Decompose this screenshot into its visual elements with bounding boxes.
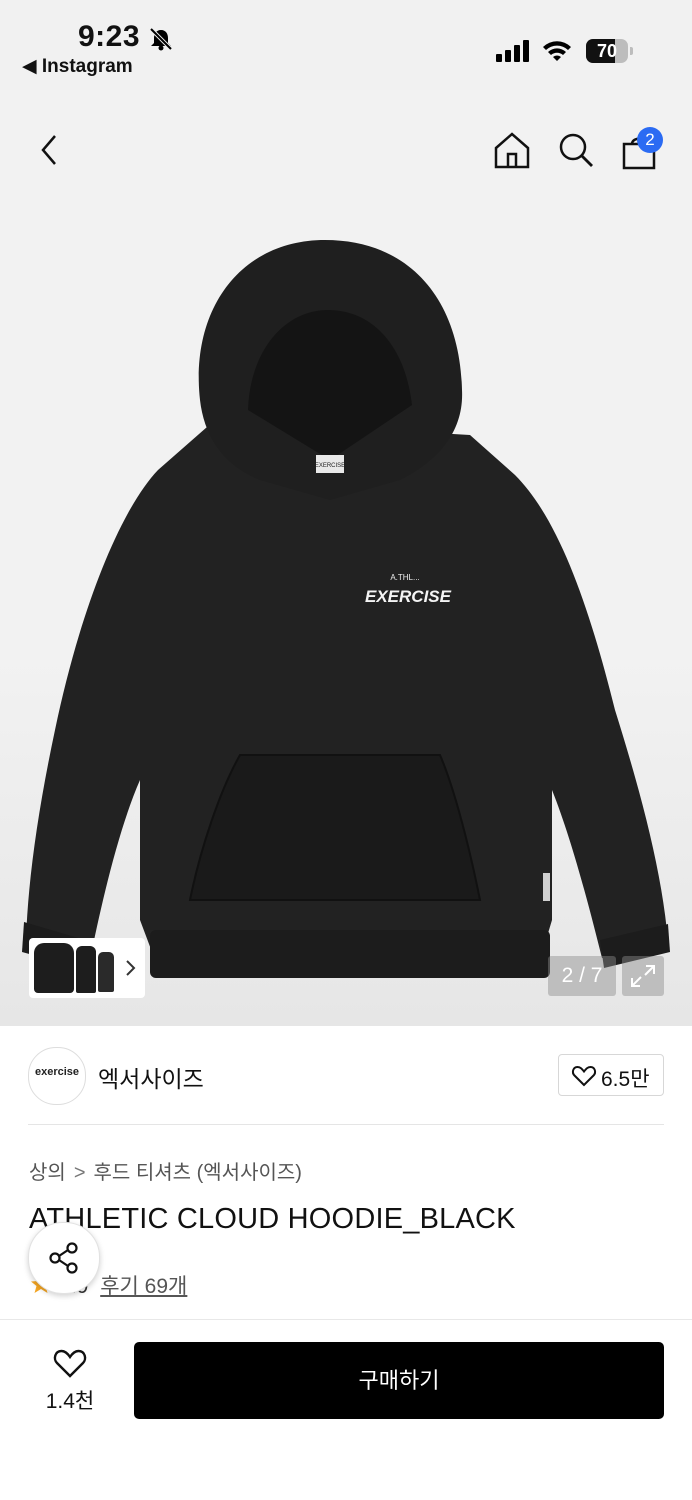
home-icon[interactable]	[492, 130, 532, 170]
wifi-icon	[543, 41, 571, 61]
chest-logo: EXERCISE	[365, 587, 452, 606]
chest-logo-small: A.THL...	[390, 573, 419, 582]
thumbnail-front[interactable]	[34, 943, 74, 993]
breadcrumb-separator: >	[73, 1162, 86, 1184]
battery-level: 70	[596, 41, 618, 61]
breadcrumb-subcategory[interactable]: 후드 티셔츠 (엑서사이즈)	[94, 1162, 302, 1184]
brand-like-count: 6.5만	[601, 1068, 650, 1091]
thumbnail-strip[interactable]	[29, 938, 145, 998]
cellular-signal-icon	[496, 40, 532, 62]
share-button[interactable]	[28, 1222, 100, 1294]
bottom-bar-divider	[0, 1319, 692, 1320]
product-image-gallery[interactable]: EXERCISE A.THL... EXERCISE 2 / 7	[0, 90, 692, 1026]
share-icon	[49, 1242, 78, 1274]
back-chevron-icon[interactable]	[36, 132, 64, 168]
image-pager: 2 / 7	[548, 956, 616, 996]
status-time: 9:23	[78, 20, 141, 53]
back-to-instagram[interactable]: ◀ Instagram	[22, 55, 133, 78]
chevron-right-icon[interactable]	[123, 958, 137, 978]
svg-text:EXERCISE: EXERCISE	[315, 463, 345, 469]
hoodie-image: EXERCISE A.THL... EXERCISE	[22, 240, 670, 978]
buy-button[interactable]: 구매하기	[134, 1342, 664, 1419]
breadcrumb-category[interactable]: 상의	[29, 1162, 66, 1184]
heart-outline-icon	[571, 1065, 597, 1087]
cart-count-badge: 2	[637, 127, 663, 153]
search-icon[interactable]	[556, 130, 596, 170]
wishlist-count: 1.4천	[45, 1390, 95, 1413]
breadcrumb: 상의 > 후드 티셔츠 (엑서사이즈)	[29, 1156, 302, 1185]
brand-name[interactable]: 엑서사이즈	[98, 1060, 204, 1094]
divider	[28, 1124, 664, 1125]
brand-logo[interactable]: exercise	[28, 1047, 86, 1105]
expand-image-button[interactable]	[622, 956, 664, 996]
brand-logo-text: exercise	[34, 1066, 80, 1078]
bell-slash-icon	[149, 27, 173, 51]
battery-icon: 70	[586, 39, 628, 63]
thumbnail-back[interactable]	[98, 952, 114, 992]
brand-like-button[interactable]: 6.5만	[558, 1054, 664, 1096]
status-bar: 9:23 ◀ Instagram 70	[0, 0, 692, 90]
wishlist-heart-icon[interactable]	[52, 1346, 88, 1380]
thumbnail-side[interactable]	[76, 946, 96, 993]
product-title: ATHLETIC CLOUD HOODIE_BLACK	[29, 1203, 516, 1235]
battery-tip	[630, 47, 633, 55]
review-count-link[interactable]: 후기 69개	[100, 1275, 187, 1298]
expand-icon	[631, 965, 655, 987]
